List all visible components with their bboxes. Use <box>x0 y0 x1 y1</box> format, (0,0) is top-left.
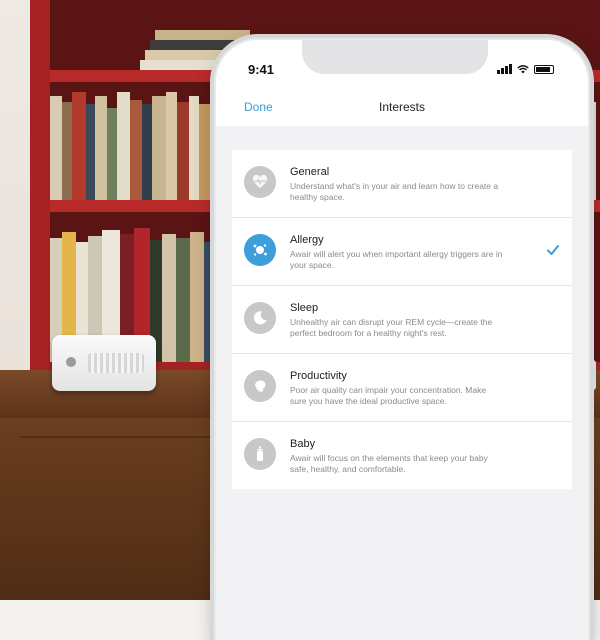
book <box>199 104 213 200</box>
status-icons <box>497 64 554 74</box>
interest-title: Productivity <box>290 370 347 382</box>
interest-row-general[interactable]: General Understand what's in your air an… <box>232 150 572 218</box>
phone-screen: 9:41 Done Interests General Understand w… <box>216 40 588 640</box>
interest-description: Unhealthy air can disrupt your REM cycle… <box>290 317 493 338</box>
interests-list: General Understand what's in your air an… <box>232 150 572 489</box>
interest-title: Sleep <box>290 302 319 314</box>
interest-row-allergy[interactable]: Allergy Awair will alert you when import… <box>232 218 572 286</box>
book <box>142 104 152 200</box>
book <box>86 104 95 200</box>
interest-row-baby[interactable]: Baby Awair will focus on the elements th… <box>232 422 572 489</box>
allergen-icon <box>244 234 276 266</box>
interest-row-sleep[interactable]: Sleep Unhealthy air can disrupt your REM… <box>232 286 572 354</box>
book <box>155 30 250 40</box>
checkmark-icon <box>547 245 559 255</box>
interest-row-productivity[interactable]: Productivity Poor air quality can impair… <box>232 354 572 422</box>
brain-icon <box>244 370 276 402</box>
interest-title: General <box>290 166 330 178</box>
book <box>50 96 62 200</box>
book <box>177 102 189 200</box>
interest-title: Allergy <box>290 234 324 246</box>
book <box>117 92 130 200</box>
book <box>95 96 107 200</box>
air-monitor-device <box>52 335 156 391</box>
book <box>166 92 177 200</box>
phone-notch <box>302 40 488 74</box>
status-time: 9:41 <box>248 62 275 77</box>
cellular-signal-icon <box>497 64 512 74</box>
book <box>176 238 190 362</box>
book <box>62 102 72 200</box>
interest-description: Understand what's in your air and learn … <box>290 181 499 202</box>
book <box>72 92 86 200</box>
page-title: Interests <box>378 100 426 114</box>
book <box>162 234 176 362</box>
battery-icon <box>534 65 554 74</box>
interest-description: Poor air quality can impair your concent… <box>290 385 487 406</box>
book <box>189 96 199 200</box>
moon-icon <box>244 302 276 334</box>
heart-pulse-icon <box>244 166 276 198</box>
interest-description: Awair will alert you when important alle… <box>290 249 503 270</box>
interest-description: Awair will focus on the elements that ke… <box>290 453 488 474</box>
navigation-bar: Done Interests <box>216 90 588 124</box>
book <box>204 242 216 362</box>
book <box>130 100 142 200</box>
device-grille <box>88 353 144 373</box>
baby-bottle-icon <box>244 438 276 470</box>
book <box>190 232 204 362</box>
book <box>107 108 117 200</box>
wifi-icon <box>517 65 529 74</box>
interest-title: Baby <box>290 438 316 450</box>
device-indicator <box>66 357 76 367</box>
book <box>152 96 166 200</box>
